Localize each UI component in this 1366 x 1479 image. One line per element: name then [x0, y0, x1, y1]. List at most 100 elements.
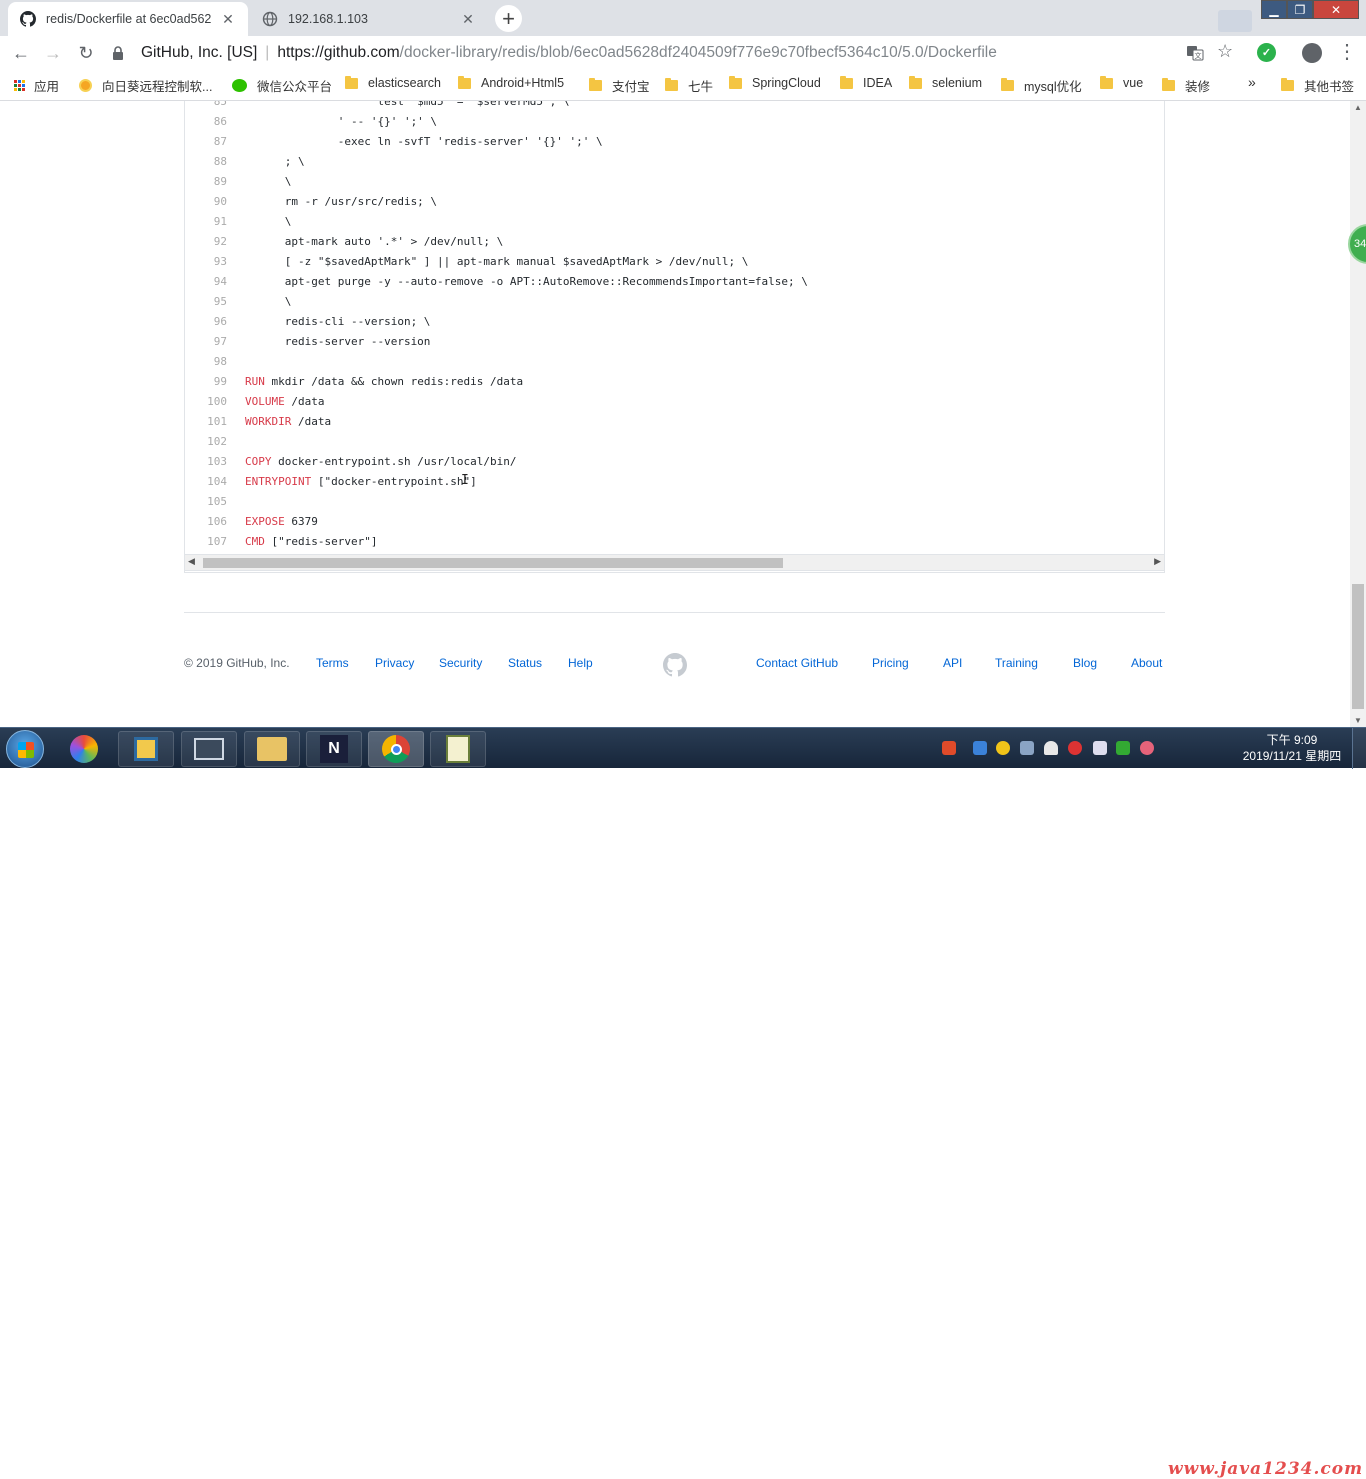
other-bookmarks[interactable]: 其他书签 [1281, 76, 1354, 95]
new-tab-button[interactable]: + [495, 5, 522, 32]
bookmark-apps[interactable]: 应用 [14, 76, 59, 95]
footer-link-pricing[interactable]: Pricing [872, 656, 909, 670]
line-number[interactable]: 97 [185, 335, 227, 348]
line-text: ' -- '{}' ';' \ [245, 114, 438, 128]
footer-link-terms[interactable]: Terms [316, 656, 349, 670]
line-number[interactable]: 85 [185, 101, 227, 108]
close-tab-icon[interactable]: ✕ [220, 11, 236, 28]
line-number[interactable]: 91 [185, 215, 227, 228]
tab-192-168-1-103[interactable]: 192.168.1.103 ✕ [250, 2, 488, 36]
horizontal-scrollbar[interactable]: ◀ ▶ [184, 554, 1165, 571]
taskbar-app-remote-desktop[interactable] [181, 731, 237, 767]
bookmark-item[interactable]: elasticsearch [345, 75, 441, 90]
close-tab-icon[interactable]: ✕ [460, 11, 476, 28]
close-window-button[interactable]: ✕ [1313, 0, 1359, 19]
line-number[interactable]: 93 [185, 255, 227, 268]
footer-link-blog[interactable]: Blog [1073, 656, 1097, 670]
footer-link-help[interactable]: Help [568, 656, 593, 670]
scroll-left-icon[interactable]: ◀ [188, 556, 195, 567]
scroll-right-icon[interactable]: ▶ [1154, 556, 1161, 567]
bookmark-item[interactable]: Android+Html5 [458, 75, 564, 90]
bookmarks-overflow-button[interactable]: » [1248, 74, 1256, 90]
reload-button[interactable]: ↻ [75, 42, 97, 64]
line-number[interactable]: 90 [185, 195, 227, 208]
maximize-button[interactable]: ❐ [1287, 0, 1313, 19]
bookmark-item[interactable]: 向日葵远程控制软... [79, 76, 212, 95]
back-button[interactable]: ← [10, 42, 32, 64]
bookmark-item[interactable]: 支付宝 [589, 76, 650, 95]
bookmark-item[interactable]: vue [1100, 75, 1143, 90]
url-path: /docker-library/redis/blob/6ec0ad5628df2… [399, 44, 997, 61]
menu-button[interactable]: ⋮ [1337, 39, 1357, 65]
windows-taskbar: N www.java1234.com 下午 9:09 2019/11/21 星期… [0, 727, 1366, 1479]
taskbar-app-file-explorer[interactable] [244, 731, 300, 767]
line-number[interactable]: 92 [185, 235, 227, 248]
tab-redis-dockerfile[interactable]: redis/Dockerfile at 6ec0ad562 ✕ [8, 2, 248, 36]
taskbar-app-intellij[interactable]: N [306, 731, 362, 767]
notification-bell-icon[interactable] [1044, 741, 1058, 755]
bookmark-star-button[interactable]: ☆ [1217, 41, 1233, 62]
vertical-scroll-thumb[interactable] [1352, 584, 1364, 709]
translate-icon: 文 [1187, 46, 1204, 61]
network-icon[interactable] [1093, 741, 1107, 755]
line-number[interactable]: 105 [185, 495, 227, 508]
line-number[interactable]: 88 [185, 155, 227, 168]
tray-display-icon[interactable] [1020, 741, 1034, 755]
line-number[interactable]: 89 [185, 175, 227, 188]
line-number[interactable]: 106 [185, 515, 227, 528]
show-desktop-button[interactable] [1352, 728, 1366, 769]
taskbar-app-picasa[interactable] [56, 731, 112, 767]
footer-link-status[interactable]: Status [508, 656, 542, 670]
tray-flower-icon[interactable] [1140, 741, 1154, 755]
profile-button[interactable] [1302, 43, 1322, 63]
taskbar-app-chrome[interactable] [368, 731, 424, 767]
code-line: 95 \ [185, 291, 1164, 311]
scroll-up-icon[interactable]: ▲ [1354, 103, 1362, 112]
tray-plus-icon[interactable] [996, 741, 1010, 755]
bookmark-item[interactable]: mysql优化 [1001, 76, 1082, 95]
bookmark-item[interactable]: selenium [909, 75, 982, 90]
line-number[interactable]: 100 [185, 395, 227, 408]
line-number[interactable]: 101 [185, 415, 227, 428]
footer-link-security[interactable]: Security [439, 656, 482, 670]
bookmark-item[interactable]: 七牛 [665, 76, 713, 95]
line-number[interactable]: 102 [185, 435, 227, 448]
tray-cube-icon[interactable] [973, 741, 987, 755]
line-number[interactable]: 107 [185, 535, 227, 548]
start-button[interactable] [6, 730, 44, 768]
line-number[interactable]: 99 [185, 375, 227, 388]
minimize-button[interactable]: ▁ [1261, 0, 1287, 19]
bookmark-item[interactable]: IDEA [840, 75, 892, 90]
line-number[interactable]: 98 [185, 355, 227, 368]
line-number[interactable]: 94 [185, 275, 227, 288]
line-number[interactable]: 95 [185, 295, 227, 308]
extension-button[interactable]: ✓ [1257, 43, 1276, 62]
footer-link-api[interactable]: API [943, 656, 962, 670]
sogou-ime-icon[interactable] [942, 741, 956, 755]
bookmark-item[interactable]: SpringCloud [729, 75, 821, 90]
line-number[interactable]: 96 [185, 315, 227, 328]
shield-icon[interactable] [1116, 741, 1130, 755]
vertical-scrollbar[interactable]: ▲ ▼ [1350, 101, 1366, 727]
line-number[interactable]: 103 [185, 455, 227, 468]
forward-button[interactable]: → [42, 42, 64, 64]
footer-link-contact[interactable]: Contact GitHub [756, 656, 838, 670]
code-line: 96 redis-cli --version; \ [185, 311, 1164, 331]
bookmark-item[interactable]: 微信公众平台 [232, 76, 332, 95]
line-number[interactable]: 104 [185, 475, 227, 488]
github-logo-icon[interactable] [663, 653, 688, 680]
line-number[interactable]: 87 [185, 135, 227, 148]
address-bar[interactable]: GitHub, Inc. [US] | https://github.com/d… [111, 40, 1245, 66]
line-number[interactable]: 86 [185, 115, 227, 128]
taskbar-app-notepad[interactable] [430, 731, 486, 767]
scroll-down-icon[interactable]: ▼ [1354, 716, 1362, 725]
system-clock[interactable]: 下午 9:09 2019/11/21 星期四 [1236, 732, 1348, 764]
translate-button[interactable]: 文 [1186, 44, 1204, 65]
tray-security-icon[interactable] [1068, 741, 1082, 755]
footer-link-training[interactable]: Training [995, 656, 1038, 670]
footer-link-privacy[interactable]: Privacy [375, 656, 414, 670]
footer-link-about[interactable]: About [1131, 656, 1162, 670]
bookmark-item[interactable]: 装修 [1162, 76, 1210, 95]
horizontal-scroll-thumb[interactable] [203, 558, 783, 568]
taskbar-app-explorer[interactable] [118, 731, 174, 767]
